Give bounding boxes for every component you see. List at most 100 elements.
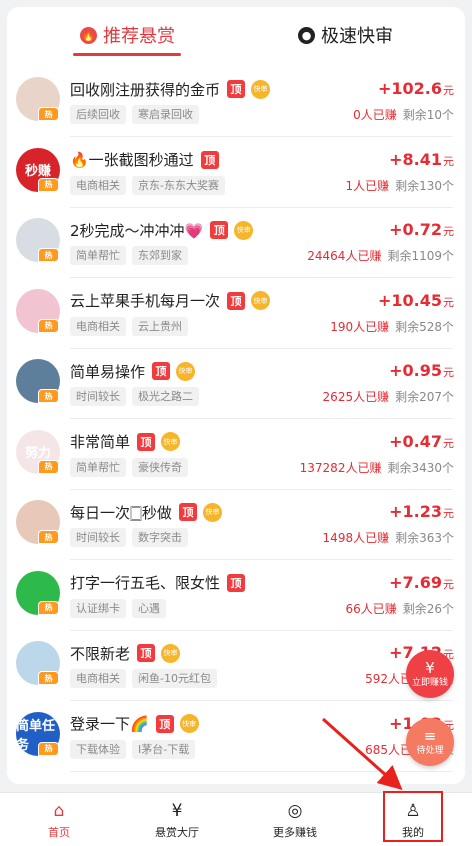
reward-unit: 元	[443, 366, 454, 379]
earned-count: 24464人已赚	[307, 249, 382, 263]
reward-amount: +7.69	[389, 572, 442, 592]
nav-label: 悬赏大厅	[155, 825, 199, 839]
remaining-count: 剩余130个	[395, 178, 454, 193]
reward-amount: +10.45	[377, 290, 442, 310]
reward-amount: +0.72	[389, 220, 442, 239]
task-stats: 190人已赚 剩余528个	[330, 318, 454, 335]
task-tag: 云上贵州	[132, 316, 188, 336]
remaining-count: 剩余3430个	[387, 460, 454, 475]
task-tag: 东郊到家	[132, 246, 188, 265]
task-tags: 下载体验 I茅台-下载	[70, 739, 201, 759]
task-row[interactable]: 热简单易操作顶快审 时间较长 极光之路二 +0.95元 2625人已赚 剩余207个	[7, 349, 465, 419]
task-row[interactable]: 热回收刚注册获得的金币顶快审 后续回收 寒启录回收 +102.6元 0人已赚 剩余10个	[7, 67, 465, 137]
remaining-count: 剩余207个	[395, 390, 454, 404]
task-title-line: 云上苹果手机每月一次顶快审	[70, 289, 271, 313]
task-row[interactable]: 热不限新老顶快审电商相关闲鱼-10元红包+7.12元592人已赚剩余	[7, 631, 465, 701]
task-reward: +0.47元	[389, 432, 454, 451]
task-tag: 寒启录回收	[132, 105, 199, 124]
task-title: 回收刚注册获得的金币	[70, 80, 221, 99]
highlight-box	[383, 791, 443, 842]
tab-fast-review[interactable]: ● 极速快审	[298, 21, 393, 49]
task-row[interactable]: 热每日一次🀆秒做顶快审 时间较长 数字突击 +1.23元 1498人已赚 剩余363个	[7, 490, 465, 560]
tab-recommended[interactable]: 🔥 推荐悬赏	[80, 21, 175, 49]
task-tag: I茅台-下载	[132, 739, 196, 759]
pin-badge: 顶	[227, 80, 246, 98]
task-title-line: 非常简单顶快审	[70, 430, 181, 454]
reward-unit: 元	[443, 225, 454, 238]
task-tag: 时间较长	[70, 528, 126, 547]
nav-more-earn[interactable]: ◎ 更多赚钱	[236, 793, 354, 846]
reward-unit: 元	[443, 84, 454, 97]
task-title-line: 简单易操作顶快审	[70, 359, 196, 383]
task-title: 打字一行五毛、限女性	[70, 574, 221, 592]
task-stats: 2625人已赚 剩余207个	[323, 388, 454, 405]
earned-count: 190人已赚	[330, 319, 390, 334]
task-tag: 京东-东东大奖赛	[132, 175, 225, 195]
pending-label: 待处理	[416, 746, 444, 756]
remaining-count: 剩余363个	[395, 531, 454, 545]
pin-badge: 顶	[227, 291, 246, 310]
tab-label: 极速快审	[321, 26, 393, 47]
task-stats: 0人已赚 剩余10个	[353, 106, 454, 123]
nav-home[interactable]: ⌂ 首页	[0, 793, 118, 846]
pin-badge: 顶	[152, 362, 171, 380]
nav-label: 更多赚钱	[273, 825, 317, 839]
task-tag: 闲鱼-10元红包	[132, 669, 217, 688]
fast-review-badge: 快审	[161, 432, 181, 451]
reward-unit: 元	[443, 295, 454, 309]
hot-badge: 热	[38, 177, 59, 192]
task-title: 每日一次🀆秒做	[70, 503, 172, 522]
hot-badge: 热	[38, 107, 59, 121]
pin-badge: 顶	[210, 221, 229, 239]
task-tag: 数字突击	[132, 528, 188, 547]
hot-badge: 热	[38, 459, 59, 474]
flame-icon: 🔥	[80, 26, 97, 44]
pin-badge: 顶	[137, 432, 156, 451]
task-tags: 时间较长 数字突击	[70, 528, 194, 547]
task-tag: 豪侠传奇	[132, 457, 188, 477]
pin-badge: 顶	[178, 503, 197, 521]
task-stats: 24464人已赚 剩余1109个	[307, 247, 454, 264]
task-tag: 认证绑卡	[70, 598, 126, 618]
task-tag: 心遇	[132, 598, 166, 618]
task-row[interactable]: 热云上苹果手机每月一次顶快审 电商相关 云上贵州 +10.45元 190人已赚 剩余528…	[7, 279, 465, 349]
earn-now-button[interactable]: ¥ 立即赚钱	[406, 650, 454, 698]
hot-badge: 热	[38, 600, 59, 615]
fast-review-badge: 快审	[202, 502, 222, 522]
task-row[interactable]: 秒赚热 🔥一张截图秒通过顶电商相关 京东-东东大奖赛 +8.41元 1人已赚 剩余130个	[7, 138, 465, 208]
reward-unit: 元	[443, 507, 454, 520]
user-badge-icon: ●	[298, 26, 315, 44]
task-row[interactable]: 热打字一行五毛、限女性顶认证绑卡 心遇 +7.69元 66人已赚 剩余26个	[7, 561, 465, 631]
reward-amount: +1.23	[389, 502, 442, 521]
fast-review-badge: 快审	[251, 291, 271, 310]
fast-review-badge: 快审	[176, 361, 196, 381]
nav-reward-hall[interactable]: ¥ 悬赏大厅	[118, 793, 236, 846]
task-title: 🔥一张截图秒通过	[70, 151, 194, 169]
task-tag: 后续回收	[70, 105, 126, 124]
remaining-count: 剩余10个	[402, 108, 454, 122]
earned-count: 2625人已赚	[322, 390, 390, 404]
tab-bar: 🔥 推荐悬赏 ● 极速快审	[7, 7, 465, 65]
pin-badge: 顶	[200, 150, 219, 169]
task-title-line: 回收刚注册获得的金币顶快审	[70, 77, 271, 101]
reward-unit: 元	[443, 154, 454, 168]
task-tags: 认证绑卡 心遇	[70, 598, 172, 618]
reward-amount: +0.47	[389, 431, 442, 451]
task-row[interactable]: 努力热非常简单顶快审 简单帮忙 豪侠传奇 +0.47元 137282人已赚 剩余3430个	[7, 420, 465, 490]
active-tab-indicator	[73, 53, 181, 56]
pending-button[interactable]: ≡ 待处理	[406, 718, 454, 766]
remaining-count: 剩余1109个	[387, 249, 454, 263]
earned-count: 1498人已赚	[322, 531, 390, 545]
pin-badge: 顶	[155, 714, 174, 733]
tab-label: 推荐悬赏	[103, 26, 175, 47]
task-reward: +0.72元	[389, 220, 454, 239]
earned-count: 0人已赚	[353, 108, 397, 122]
avatar-text: 秒赚	[24, 164, 51, 179]
task-row[interactable]: 简单任务热登录一下🌈顶快审下载体验I茅台-下载+1.02元685人已赚剩余	[7, 702, 465, 772]
task-row[interactable]: 热 2秒完成～冲冲冲💗 顶快审 简单帮忙 东郊到家 +0.72元 24464人已赚 剩余110…	[7, 208, 465, 278]
hot-badge: 热	[38, 318, 59, 333]
gamepad-icon: ◎	[287, 800, 303, 821]
task-tag: 时间较长	[70, 387, 126, 406]
fast-review-badge: 快审	[234, 220, 254, 240]
hot-badge: 热	[38, 389, 59, 403]
